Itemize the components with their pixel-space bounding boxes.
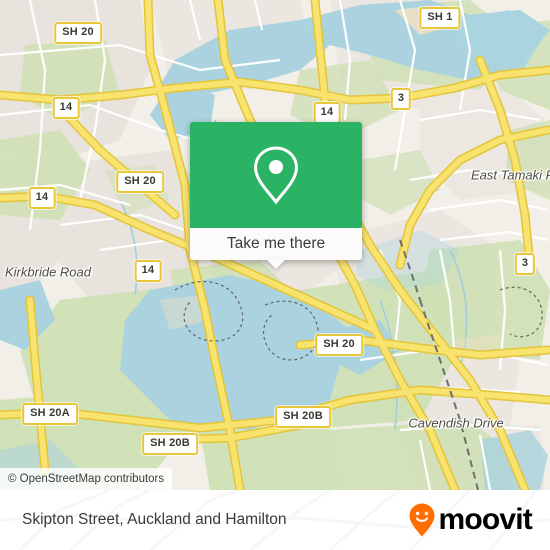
map-page: SH 20 SH 1 14 14 3 SH 20 14 3 14 SH 20 SH 20A SH 20…	[0, 0, 550, 550]
road-shield: SH 20	[54, 22, 102, 44]
moovit-pin-smiley-icon	[409, 503, 435, 537]
road-shield: 14	[313, 102, 341, 124]
location-callout-card[interactable]: Take me there	[190, 122, 362, 269]
footer-bar: Skipton Street, Auckland and Hamilton mo…	[0, 490, 550, 550]
road-shield: SH 20	[116, 171, 164, 193]
road-shield: SH 20	[315, 334, 363, 356]
moovit-wordmark: moovit	[438, 503, 532, 536]
moovit-brand-logo[interactable]: moovit	[408, 502, 533, 538]
road-shield: 14	[134, 260, 162, 282]
road-shield: 3	[390, 88, 412, 110]
take-me-there-label: Take me there	[226, 235, 326, 252]
map-place-label: East Tamaki R	[470, 167, 550, 183]
map-place-label: Cavendish Drive	[408, 415, 504, 431]
road-shield: SH 20B	[275, 406, 331, 428]
road-shield: SH 20B	[142, 433, 198, 455]
road-shield: 3	[514, 253, 536, 275]
callout-action-bar[interactable]: Take me there	[190, 228, 362, 269]
road-shield: SH 20A	[22, 403, 78, 425]
map-canvas[interactable]: SH 20 SH 1 14 14 3 SH 20 14 3 14 SH 20 SH 20A SH 20…	[0, 0, 550, 490]
osm-attribution-text: © OpenStreetMap contributors	[8, 473, 165, 485]
map-pin-icon	[253, 146, 299, 205]
road-shield: 14	[52, 97, 80, 119]
callout-pointer-tail	[266, 259, 286, 269]
road-shield: 14	[28, 187, 56, 209]
page-title: Skipton Street, Auckland and Hamilton	[22, 511, 287, 528]
road-shield: SH 1	[419, 7, 461, 29]
callout-image-panel	[190, 122, 362, 228]
osm-attribution[interactable]: © OpenStreetMap contributors	[0, 468, 173, 490]
map-place-label: Kirkbride Road	[5, 264, 91, 280]
